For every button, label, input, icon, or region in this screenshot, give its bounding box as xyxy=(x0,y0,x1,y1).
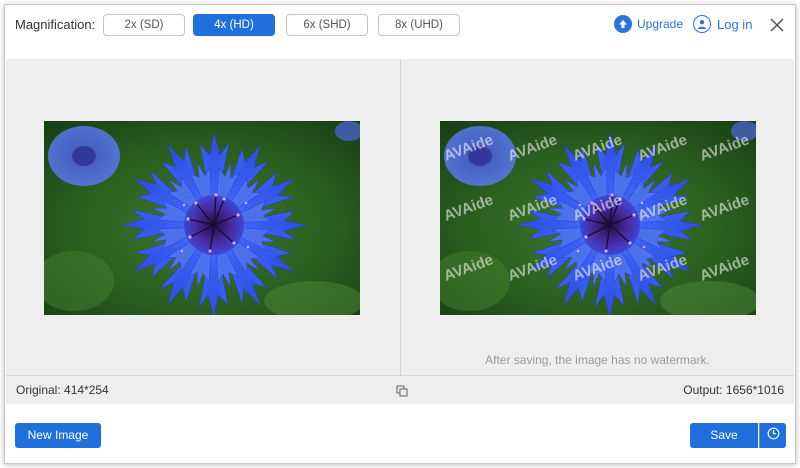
original-size: Original: 414*254 xyxy=(16,383,109,397)
new-image-button[interactable]: New Image xyxy=(15,423,101,448)
history-button[interactable] xyxy=(759,423,786,448)
upgrade-icon xyxy=(614,15,632,33)
magnification-label: Magnification: xyxy=(15,17,96,32)
enhanced-image: AVAide AVAide AVAide AVAide AVAide AVAid… xyxy=(440,121,756,315)
info-bar: Original: 414*254 Output: 1656*1016 xyxy=(6,375,794,404)
login-label: Log in xyxy=(717,16,753,32)
close-icon[interactable] xyxy=(769,17,785,33)
magnification-2x-button[interactable]: 2x (SD) xyxy=(103,14,185,36)
clock-icon xyxy=(767,427,780,445)
login-link[interactable]: Log in xyxy=(693,15,752,33)
user-icon xyxy=(693,15,711,33)
output-size: Output: 1656*1016 xyxy=(683,383,784,397)
upgrade-label: Upgrade xyxy=(637,17,684,31)
preview-divider[interactable] xyxy=(400,59,401,375)
original-image xyxy=(44,121,360,315)
upgrade-link[interactable]: Upgrade xyxy=(614,15,683,33)
magnification-6x-button[interactable]: 6x (SHD) xyxy=(286,14,368,36)
header: Magnification: 2x (SD) 4x (HD) 6x (SHD) … xyxy=(5,5,795,59)
magnification-4x-button[interactable]: 4x (HD) xyxy=(193,14,275,36)
magnification-8x-button[interactable]: 8x (UHD) xyxy=(378,14,460,36)
compare-icon[interactable] xyxy=(396,384,408,397)
footer: New Image Save xyxy=(5,405,795,463)
save-button[interactable]: Save xyxy=(690,423,758,448)
enhancer-dialog: Magnification: 2x (SD) 4x (HD) 6x (SHD) … xyxy=(4,4,796,464)
watermark-note: After saving, the image has no watermark… xyxy=(485,353,710,367)
preview-area: AVAide AVAide AVAide AVAide AVAide AVAid… xyxy=(6,59,794,375)
